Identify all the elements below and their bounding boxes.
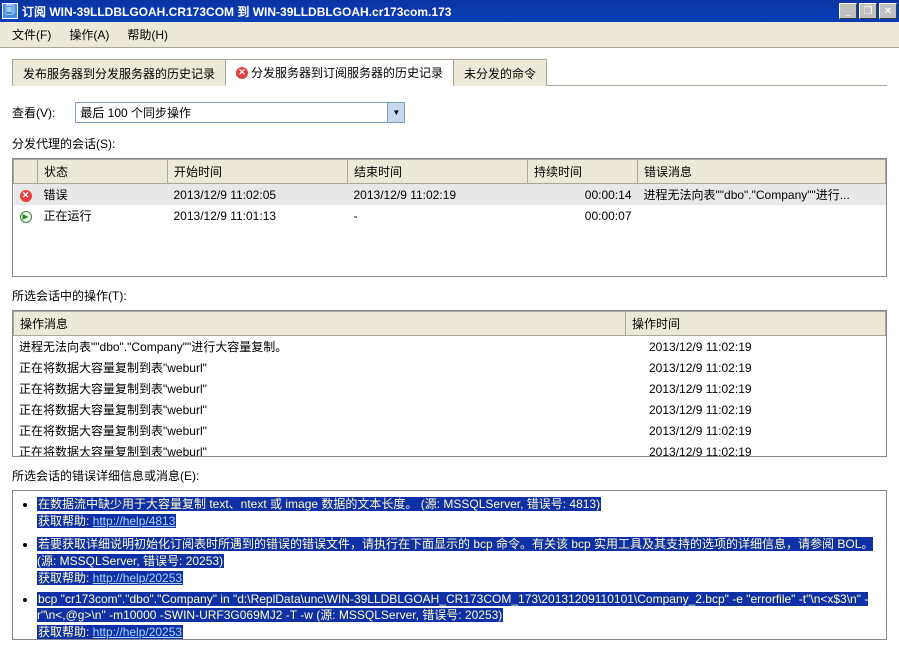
sessions-label: 分发代理的会话(S): (12, 135, 887, 152)
app-icon: 🗐 (2, 3, 18, 19)
op-row[interactable]: 正在将数据大容量复制到表"weburl"2013/12/9 11:02:19 (13, 378, 886, 399)
col-status[interactable]: 状态 (38, 160, 168, 184)
ops-header-row: 操作消息 操作时间 (14, 312, 886, 336)
sessions-header-row: 状态 开始时间 结束时间 持续时间 错误消息 (14, 160, 886, 184)
cell-end: 2013/12/9 11:02:19 (348, 184, 528, 206)
col-error[interactable]: 错误消息 (638, 160, 886, 184)
op-msg: 正在将数据大容量复制到表"weburl" (13, 378, 643, 399)
error-item: 若要获取详细说明初始化订阅表时所遇到的错误的错误文件，请执行在下面显示的 bcp… (37, 535, 880, 586)
op-row[interactable]: 正在将数据大容量复制到表"weburl"2013/12/9 11:02:19 (13, 399, 886, 420)
window-title: 订阅 WIN-39LLDBLGOAH.CR173COM 到 WIN-39LLDB… (22, 3, 839, 20)
col-opmsg[interactable]: 操作消息 (14, 312, 626, 336)
cell-end: - (348, 205, 528, 226)
col-duration[interactable]: 持续时间 (528, 160, 638, 184)
running-icon: ▶ (20, 211, 32, 223)
op-msg: 正在将数据大容量复制到表"weburl" (13, 399, 643, 420)
op-row[interactable]: 正在将数据大容量复制到表"weburl"2013/12/9 11:02:19 (13, 420, 886, 441)
chevron-down-icon[interactable]: ▼ (387, 103, 404, 122)
menubar: 文件(F) 操作(A) 帮助(H) (0, 22, 899, 48)
op-time: 2013/12/9 11:02:19 (643, 420, 886, 441)
op-row[interactable]: 正在将数据大容量复制到表"weburl"2013/12/9 11:02:19 (13, 357, 886, 378)
help-link[interactable]: http://help/20253 (93, 571, 182, 585)
maximize-button[interactable]: ❐ (859, 3, 877, 19)
close-button[interactable]: ✕ (879, 3, 897, 19)
help-link[interactable]: http://help/4813 (93, 514, 176, 528)
error-text: 若要获取详细说明初始化订阅表时所遇到的错误的错误文件，请执行在下面显示的 bcp… (37, 537, 873, 568)
menu-help[interactable]: 帮助(H) (119, 24, 176, 45)
cell-status: 正在运行 (38, 205, 168, 226)
op-msg: 进程无法向表""dbo"."Company""进行大容量复制。 (13, 336, 643, 357)
view-select-value: 最后 100 个同步操作 (76, 104, 387, 121)
op-time: 2013/12/9 11:02:19 (643, 336, 886, 357)
error-text: bcp "cr173com"."dbo"."Company" in "d:\Re… (37, 592, 868, 622)
tab-publisher-history[interactable]: 发布服务器到分发服务器的历史记录 (12, 59, 226, 86)
tab-label: 分发服务器到订阅服务器的历史记录 (251, 64, 443, 81)
col-start[interactable]: 开始时间 (168, 160, 348, 184)
op-msg: 正在将数据大容量复制到表"weburl" (13, 420, 643, 441)
menu-file[interactable]: 文件(F) (4, 24, 59, 45)
col-end[interactable]: 结束时间 (348, 160, 528, 184)
tab-label: 未分发的命令 (464, 65, 536, 82)
error-item: bcp "cr173com"."dbo"."Company" in "d:\Re… (37, 592, 880, 640)
menu-operate[interactable]: 操作(A) (61, 24, 117, 45)
error-icon: ✕ (20, 190, 32, 202)
error-detail-panel[interactable]: 在数据流中缺少用于大容量复制 text、ntext 或 image 数据的文本长… (12, 490, 887, 640)
content-area: 发布服务器到分发服务器的历史记录 ✕ 分发服务器到订阅服务器的历史记录 未分发的… (0, 48, 899, 650)
view-select[interactable]: 最后 100 个同步操作 ▼ (75, 102, 405, 123)
col-icon[interactable] (14, 160, 38, 184)
titlebar: 🗐 订阅 WIN-39LLDBLGOAH.CR173COM 到 WIN-39LL… (0, 0, 899, 22)
op-row[interactable]: 正在将数据大容量复制到表"weburl"2013/12/9 11:02:19 (13, 441, 886, 456)
session-row[interactable]: ✕ 错误 2013/12/9 11:02:05 2013/12/9 11:02:… (14, 184, 886, 206)
cell-duration: 00:00:07 (528, 205, 638, 226)
minimize-button[interactable]: _ (839, 3, 857, 19)
ops-scroll[interactable]: 进程无法向表""dbo"."Company""进行大容量复制。2013/12/9… (13, 336, 886, 456)
op-row[interactable]: 进程无法向表""dbo"."Company""进行大容量复制。2013/12/9… (13, 336, 886, 357)
error-icon: ✕ (236, 67, 248, 79)
tab-label: 发布服务器到分发服务器的历史记录 (23, 65, 215, 82)
ops-label: 所选会话中的操作(T): (12, 287, 887, 304)
tab-bar: 发布服务器到分发服务器的历史记录 ✕ 分发服务器到订阅服务器的历史记录 未分发的… (12, 58, 887, 86)
op-time: 2013/12/9 11:02:19 (643, 357, 886, 378)
cell-start: 2013/12/9 11:02:05 (168, 184, 348, 206)
tab-undistributed[interactable]: 未分发的命令 (453, 59, 547, 86)
cell-status: 错误 (38, 184, 168, 206)
cell-start: 2013/12/9 11:01:13 (168, 205, 348, 226)
op-time: 2013/12/9 11:02:19 (643, 399, 886, 420)
op-time: 2013/12/9 11:02:19 (643, 378, 886, 399)
tab-distributor-history[interactable]: ✕ 分发服务器到订阅服务器的历史记录 (225, 59, 454, 86)
op-time: 2013/12/9 11:02:19 (643, 441, 886, 456)
view-label: 查看(V): (12, 104, 55, 121)
ops-table: 操作消息 操作时间 进程无法向表""dbo"."Company""进行大容量复制… (12, 310, 887, 457)
cell-duration: 00:00:14 (528, 184, 638, 206)
col-optime[interactable]: 操作时间 (626, 312, 886, 336)
op-msg: 正在将数据大容量复制到表"weburl" (13, 357, 643, 378)
error-detail-label: 所选会话的错误详细信息或消息(E): (12, 467, 887, 484)
session-row[interactable]: ▶ 正在运行 2013/12/9 11:01:13 - 00:00:07 (14, 205, 886, 226)
sessions-table: 状态 开始时间 结束时间 持续时间 错误消息 ✕ 错误 2013/12/9 11… (12, 158, 887, 277)
help-link[interactable]: http://help/20253 (93, 625, 182, 639)
op-msg: 正在将数据大容量复制到表"weburl" (13, 441, 643, 456)
error-item: 在数据流中缺少用于大容量复制 text、ntext 或 image 数据的文本长… (37, 495, 880, 529)
error-text: 在数据流中缺少用于大容量复制 text、ntext 或 image 数据的文本长… (37, 497, 601, 511)
cell-error (638, 205, 886, 226)
window-controls: _ ❐ ✕ (839, 3, 897, 19)
cell-error: 进程无法向表""dbo"."Company""进行... (638, 184, 886, 206)
